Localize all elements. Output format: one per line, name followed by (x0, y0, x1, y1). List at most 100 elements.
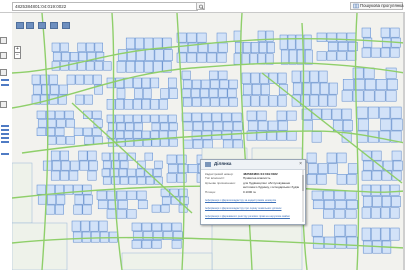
land-parcel[interactable] (371, 47, 381, 58)
land-parcel[interactable] (361, 47, 371, 58)
land-parcel[interactable] (101, 152, 111, 161)
land-parcel[interactable] (83, 194, 93, 205)
land-parcel[interactable] (167, 164, 178, 174)
land-parcel[interactable] (97, 200, 108, 210)
search-button[interactable] (196, 2, 205, 10)
land-parcel[interactable] (375, 79, 387, 91)
panel-link[interactable] (1, 133, 9, 135)
land-parcel[interactable] (309, 70, 319, 83)
land-parcel[interactable] (132, 231, 143, 240)
land-parcel[interactable] (59, 84, 68, 95)
land-parcel[interactable] (212, 121, 223, 131)
land-parcel[interactable] (78, 52, 87, 62)
land-parcel[interactable] (66, 74, 76, 85)
land-parcel[interactable] (300, 70, 310, 83)
land-parcel[interactable] (219, 97, 229, 107)
land-parcel[interactable] (160, 88, 169, 99)
land-parcel[interactable] (118, 168, 128, 177)
land-parcel[interactable] (93, 136, 103, 145)
land-parcel[interactable] (286, 130, 297, 141)
land-parcel[interactable] (65, 119, 75, 128)
panel-arrow-button[interactable] (0, 52, 7, 59)
land-parcel[interactable] (202, 139, 213, 149)
land-parcel[interactable] (380, 227, 390, 241)
land-parcel[interactable] (88, 160, 98, 171)
land-parcel[interactable] (161, 196, 171, 205)
land-parcel[interactable] (126, 190, 137, 200)
land-parcel[interactable] (50, 170, 60, 181)
land-parcel[interactable] (249, 53, 258, 65)
land-parcel[interactable] (120, 160, 129, 169)
land-parcel[interactable] (101, 168, 111, 177)
land-parcel[interactable] (342, 120, 353, 132)
valuation-link[interactable]: Інформація з Держгеокадастру про оцінку … (205, 207, 299, 211)
land-parcel[interactable] (115, 114, 125, 123)
land-parcel[interactable] (50, 84, 59, 95)
land-parcel[interactable] (65, 136, 75, 145)
land-parcel[interactable] (75, 94, 85, 105)
land-parcel[interactable] (288, 49, 297, 65)
land-parcel[interactable] (267, 120, 278, 131)
panel-arrow-button-3[interactable] (0, 101, 7, 108)
land-parcel[interactable] (81, 231, 91, 243)
land-parcel[interactable] (77, 42, 86, 52)
land-parcel[interactable] (326, 152, 337, 164)
land-parcel[interactable] (390, 47, 400, 58)
panel-link[interactable] (1, 153, 9, 155)
land-parcel[interactable] (137, 176, 146, 185)
popup-scrollbar-thumb[interactable] (302, 175, 304, 191)
land-parcel[interactable] (207, 42, 218, 53)
panel-arrow-button-2[interactable] (0, 69, 7, 76)
land-parcel[interactable] (362, 240, 373, 254)
land-parcel[interactable] (141, 222, 152, 232)
land-parcel[interactable] (191, 112, 202, 122)
land-parcel[interactable] (135, 37, 144, 50)
land-parcel[interactable] (116, 88, 126, 99)
land-parcel[interactable] (390, 184, 400, 196)
land-parcel[interactable] (321, 108, 332, 120)
land-parcel[interactable] (260, 84, 270, 96)
land-parcel[interactable] (380, 27, 390, 38)
land-parcel[interactable] (126, 209, 137, 219)
land-parcel[interactable] (73, 204, 83, 215)
land-parcel[interactable] (52, 52, 62, 62)
land-parcel[interactable] (70, 160, 80, 171)
land-parcel[interactable] (187, 164, 198, 174)
land-parcel[interactable] (304, 49, 313, 65)
land-parcel[interactable] (222, 121, 233, 131)
land-parcel[interactable] (52, 160, 62, 171)
land-parcel[interactable] (36, 127, 46, 136)
land-parcel[interactable] (125, 37, 135, 50)
land-parcel[interactable] (151, 222, 162, 232)
land-parcel[interactable] (160, 204, 170, 213)
land-parcel[interactable] (246, 110, 257, 121)
land-parcel[interactable] (192, 121, 203, 131)
land-parcel[interactable] (121, 252, 213, 270)
panel-link[interactable] (1, 129, 9, 131)
land-parcel[interactable] (374, 90, 386, 102)
land-parcel[interactable] (79, 160, 89, 171)
land-parcel[interactable] (334, 224, 346, 237)
land-parcel[interactable] (241, 72, 251, 84)
land-parcel[interactable] (145, 49, 155, 61)
land-parcel[interactable] (182, 121, 193, 131)
land-parcel[interactable] (390, 27, 400, 38)
land-parcel[interactable] (336, 152, 347, 164)
land-parcel[interactable] (379, 106, 391, 119)
land-parcel[interactable] (218, 88, 228, 98)
land-parcel[interactable] (390, 207, 400, 219)
land-parcel[interactable] (176, 173, 187, 183)
land-parcel[interactable] (159, 130, 168, 139)
land-parcel[interactable] (116, 209, 127, 219)
land-parcel[interactable] (312, 236, 324, 249)
land-parcel[interactable] (251, 84, 261, 96)
land-parcel[interactable] (210, 79, 220, 89)
land-parcel[interactable] (124, 99, 133, 110)
land-parcel[interactable] (381, 170, 392, 181)
land-parcel[interactable] (45, 184, 55, 195)
land-parcel[interactable] (73, 127, 83, 136)
land-parcel[interactable] (111, 176, 120, 185)
land-parcel[interactable] (47, 136, 57, 145)
land-parcel[interactable] (228, 79, 238, 89)
land-parcel[interactable] (169, 122, 178, 131)
